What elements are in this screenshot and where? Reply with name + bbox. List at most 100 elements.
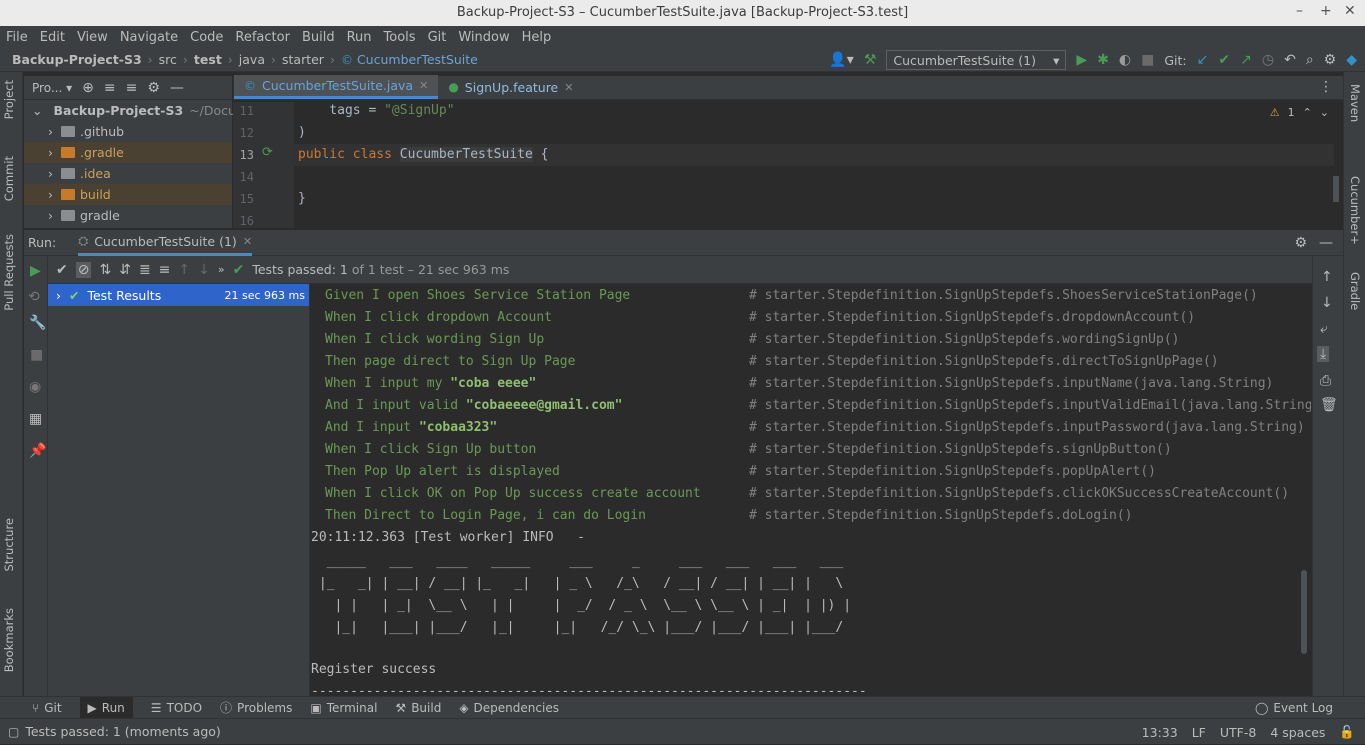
history-icon[interactable]: ◷	[1262, 53, 1274, 67]
file-encoding[interactable]: UTF-8	[1220, 725, 1256, 740]
arrow-down-icon[interactable]: ↓	[1321, 296, 1333, 310]
run-configuration-select[interactable]: CucumberTestSuite (1) ▾	[886, 50, 1067, 70]
chevron-up-icon[interactable]: ⌃	[1303, 106, 1312, 119]
wrench-icon[interactable]: 🔧	[29, 316, 46, 330]
git-push-icon[interactable]: ↗	[1240, 53, 1252, 67]
tab-signup-feature[interactable]: ● SignUp.feature ✕	[438, 75, 583, 99]
breadcrumb-test[interactable]: test	[194, 52, 222, 67]
menu-edit[interactable]: Edit	[40, 30, 65, 45]
gear-icon[interactable]: ⚙	[1294, 236, 1307, 250]
layout-icon[interactable]: ▦	[29, 412, 42, 426]
close-icon[interactable]: ✕	[564, 81, 573, 94]
menu-build[interactable]: Build	[302, 30, 335, 45]
scroll-to-end-icon[interactable]: ⤓	[1317, 346, 1330, 362]
pin-icon[interactable]: 📌	[29, 444, 46, 458]
show-passed-icon[interactable]: ✔	[56, 263, 68, 277]
gear-icon[interactable]: ⚙	[147, 81, 160, 95]
hide-icon[interactable]: —	[1319, 236, 1333, 250]
caret-position[interactable]: 13:33	[1142, 725, 1178, 740]
stop-icon[interactable]: ■	[30, 348, 43, 362]
close-icon[interactable]: ✕	[419, 79, 428, 92]
tab-cucumbertestsuite-java[interactable]: © CucumberTestSuite.java ✕	[234, 75, 439, 99]
arrow-down-icon[interactable]: ↓	[198, 263, 210, 277]
status-square-icon[interactable]: ▢	[8, 725, 19, 739]
collapse-all-icon[interactable]: ≡	[126, 81, 138, 95]
expand-all-icon[interactable]: ≣	[139, 263, 151, 277]
tree-row-github[interactable]: › .github	[24, 121, 232, 142]
menu-code[interactable]: Code	[190, 30, 223, 45]
structure-tool-tab[interactable]: Structure	[2, 518, 16, 572]
bottom-tab-dependencies[interactable]: ◈ Dependencies	[459, 701, 559, 715]
trash-icon[interactable]: 🗑	[1320, 398, 1338, 412]
search-icon[interactable]: ⌕	[1306, 53, 1314, 67]
breadcrumb-starter[interactable]: starter	[282, 52, 324, 67]
tree-row-gradle-hidden[interactable]: › .gradle	[24, 142, 232, 163]
jetbrains-icon[interactable]: ◆	[1346, 53, 1357, 67]
build-hammer-icon[interactable]: ⚒	[864, 53, 877, 67]
menu-git[interactable]: Git	[428, 30, 447, 45]
bottom-tab-git[interactable]: ⑂ Git	[32, 701, 62, 715]
indent-setting[interactable]: 4 spaces	[1270, 725, 1325, 740]
rerun-failed-icon[interactable]: ⟲	[28, 290, 40, 304]
git-commit-icon[interactable]: ✔	[1218, 53, 1230, 67]
tree-row-build[interactable]: › build	[24, 184, 232, 205]
test-results-row[interactable]: › ✔ Test Results 21 sec 963 ms	[48, 284, 309, 306]
breadcrumb-project[interactable]: Backup-Project-S3	[12, 52, 142, 67]
bottom-tab-terminal[interactable]: ▣ Terminal	[310, 701, 377, 715]
inspection-widget[interactable]: ⚠ 1 ⌃ ⌄	[1270, 106, 1329, 119]
tree-row-gradle[interactable]: › gradle	[24, 205, 232, 226]
commit-tool-tab[interactable]: Commit	[2, 156, 16, 201]
lock-icon[interactable]: 🔓	[1339, 724, 1355, 740]
hide-icon[interactable]: —	[170, 81, 184, 95]
bottom-tab-build[interactable]: ⚒ Build	[395, 701, 441, 715]
project-tool-tab[interactable]: Project	[2, 80, 16, 119]
cucumber-tool-tab[interactable]: Cucumber+	[1348, 176, 1362, 245]
chevron-down-icon[interactable]: ⌄	[1320, 106, 1329, 119]
user-icon[interactable]: 👤▾	[829, 53, 853, 67]
project-view-select[interactable]: Pro... ▾	[32, 81, 72, 95]
gradle-tool-tab[interactable]: Gradle	[1348, 272, 1362, 310]
git-update-icon[interactable]: ↙	[1197, 53, 1209, 67]
bookmarks-tool-tab[interactable]: Bookmarks	[2, 608, 16, 672]
close-icon[interactable]: ✕	[243, 235, 252, 248]
menu-window[interactable]: Window	[458, 30, 509, 45]
gear-icon[interactable]: ⚙	[1324, 53, 1337, 67]
soft-wrap-icon[interactable]: ⤶	[1320, 322, 1328, 336]
menu-file[interactable]: File	[6, 30, 28, 45]
breadcrumb-src[interactable]: src	[159, 52, 177, 67]
editor-scrollbar[interactable]	[1333, 176, 1339, 202]
bottom-tab-problems[interactable]: ⓘ Problems	[220, 699, 292, 716]
run-tab[interactable]: ⛭ CucumberTestSuite (1) ✕	[78, 230, 253, 256]
eye-icon[interactable]: ◉	[29, 380, 41, 394]
more-tabs-icon[interactable]: ⋮	[1319, 80, 1333, 94]
breadcrumb-class[interactable]: CucumberTestSuite	[357, 52, 478, 67]
menu-navigate[interactable]: Navigate	[120, 30, 178, 45]
rerun-icon[interactable]: ▶	[30, 264, 41, 278]
maximize-button[interactable]: +	[1320, 3, 1332, 19]
run-gutter-icon[interactable]: ⟳	[262, 146, 273, 160]
print-icon[interactable]: ⎙	[1320, 374, 1331, 388]
collapse-all-icon[interactable]: ≡	[159, 263, 171, 277]
menu-refactor[interactable]: Refactor	[235, 30, 290, 45]
stop-icon[interactable]: ■	[1141, 53, 1154, 67]
coverage-icon[interactable]: ◐	[1119, 53, 1131, 67]
menu-help[interactable]: Help	[522, 30, 552, 45]
console-scrollbar[interactable]	[1301, 570, 1307, 654]
rollback-icon[interactable]: ↶	[1284, 53, 1296, 67]
event-log-button[interactable]: ◯ Event Log	[1255, 701, 1333, 715]
arrow-up-icon[interactable]: ↑	[1321, 270, 1333, 284]
breadcrumb-java[interactable]: java	[239, 52, 265, 67]
menu-tools[interactable]: Tools	[384, 30, 416, 45]
close-window-button[interactable]: ✕	[1344, 3, 1356, 19]
menu-run[interactable]: Run	[347, 30, 372, 45]
more-icon[interactable]: »	[218, 263, 225, 277]
status-message[interactable]: Tests passed: 1 (moments ago)	[25, 724, 220, 739]
sort-alpha-icon[interactable]: ⇅	[99, 263, 111, 277]
sort-duration-icon[interactable]: ⇵	[119, 263, 131, 277]
show-ignored-icon[interactable]: ⊘	[75, 261, 92, 278]
arrow-up-icon[interactable]: ↑	[178, 263, 190, 277]
menu-view[interactable]: View	[77, 30, 108, 45]
bottom-tab-run[interactable]: ▶ Run	[79, 696, 133, 719]
minimize-button[interactable]: –	[1296, 3, 1303, 19]
run-icon[interactable]: ▶	[1076, 53, 1087, 67]
